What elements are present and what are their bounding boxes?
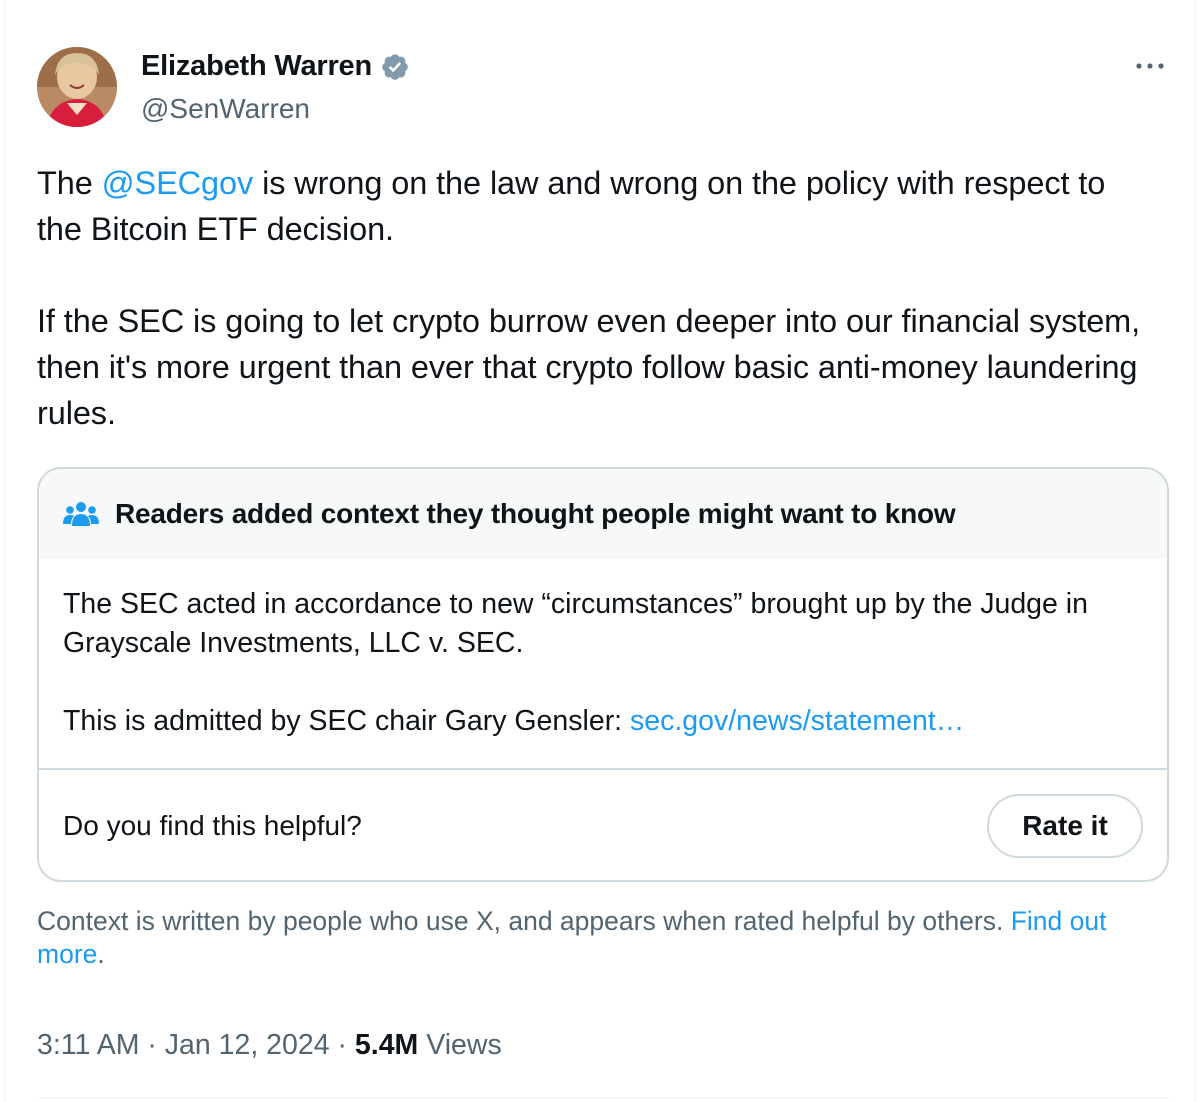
author-handle[interactable]: @SenWarren: [141, 93, 310, 125]
author-name-row: Elizabeth Warren: [141, 50, 410, 83]
views-count[interactable]: 5.4M: [355, 1029, 418, 1062]
people-icon: [63, 502, 99, 526]
views-label: Views: [418, 1029, 502, 1061]
tweet-text-prefix: The: [37, 165, 102, 201]
tweet-text: The @SECgov is wrong on the law and wron…: [37, 160, 1157, 436]
rate-it-button[interactable]: Rate it: [987, 794, 1143, 858]
community-note-header: Readers added context they thought peopl…: [39, 469, 1167, 559]
community-note-source-link[interactable]: sec.gov/news/statement…: [630, 705, 964, 737]
meta-separator: ·: [329, 1029, 355, 1061]
context-disclaimer-text: Context is written by people who use X, …: [37, 906, 1011, 936]
helpful-question: Do you find this helpful?: [63, 810, 362, 841]
community-note-paragraph-1: The SEC acted in accordance to new “circ…: [63, 588, 1088, 659]
bottom-divider: [37, 1098, 1169, 1099]
community-note-paragraph-2: This is admitted by SEC chair Gary Gensl…: [63, 702, 1143, 741]
avatar-photo: [37, 47, 117, 127]
community-note-text: This is admitted by SEC chair Gary Gensl…: [63, 705, 631, 737]
community-note-title: Readers added context they thought peopl…: [115, 498, 956, 529]
community-note: Readers added context they thought peopl…: [37, 467, 1169, 882]
meta-separator: ·: [139, 1029, 165, 1061]
tweet-date[interactable]: Jan 12, 2024: [165, 1029, 330, 1062]
author-display-name[interactable]: Elizabeth Warren: [141, 50, 372, 83]
community-note-footer: Do you find this helpful? Rate it: [39, 770, 1167, 880]
more-options-icon[interactable]: [1132, 54, 1168, 78]
community-note-body: The SEC acted in accordance to new “circ…: [39, 559, 1167, 768]
context-disclaimer: Context is written by people who use X, …: [37, 905, 1147, 971]
tweet-time[interactable]: 3:11 AM: [37, 1029, 139, 1062]
tweet-meta: 3:11 AM · Jan 12, 2024 · 5.4M Views: [37, 1029, 502, 1062]
context-disclaimer-suffix: .: [97, 939, 105, 969]
mention-link[interactable]: @SECgov: [102, 165, 254, 201]
verified-badge-icon[interactable]: [380, 52, 410, 82]
tweet-paragraph-1: The @SECgov is wrong on the law and wron…: [37, 160, 1157, 252]
tweet-paragraph-2: If the SEC is going to let crypto burrow…: [37, 303, 1150, 431]
avatar[interactable]: [37, 47, 117, 127]
